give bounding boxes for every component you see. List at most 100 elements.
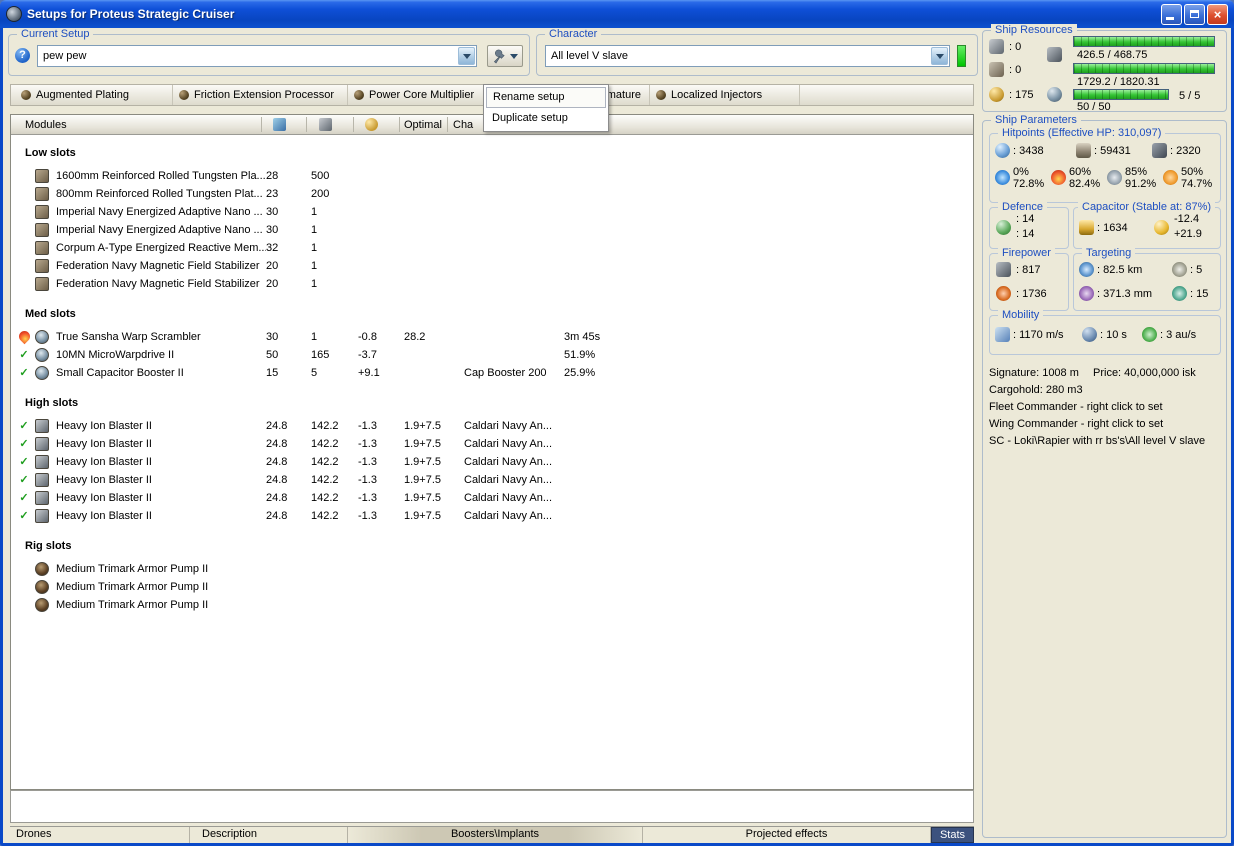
module-row[interactable]: ✓ Heavy Ion Blaster II 24.8 142.2 -1.3 1.9+7.…: [11, 453, 973, 471]
module-name: Federation Navy Magnetic Field Stabilize…: [56, 260, 260, 272]
capacitor-icon: [1079, 220, 1094, 235]
max-targets-icon: [1172, 262, 1187, 277]
sensor-strength-value: : 15: [1190, 288, 1209, 300]
target-range-value: : 82.5 km: [1097, 264, 1143, 276]
module-row[interactable]: Medium Trimark Armor Pump II: [11, 560, 973, 578]
hitpoints-group: Hitpoints (Effective HP: 310,097) : 3438…: [989, 127, 1221, 203]
module-name: True Sansha Warp Scrambler: [56, 331, 201, 343]
defence-value-2: : 14: [1016, 228, 1035, 240]
charge-column-header[interactable]: Cha: [453, 115, 473, 135]
close-button[interactable]: ×: [1207, 3, 1228, 25]
module-c2: 500: [311, 170, 330, 182]
upgrade-slots-value: 5 / 5: [1179, 90, 1201, 102]
optimal-column-header[interactable]: Optimal: [404, 115, 442, 135]
resists-row: 0% 72.8% 60% 82.4% 85% 91.2% 50% 74.7%: [995, 166, 1219, 190]
explosive-resist-icon: [1163, 170, 1178, 185]
menu-item[interactable]: Duplicate setup: [486, 108, 606, 129]
speed-icon: [995, 327, 1010, 342]
volley-icon: [996, 286, 1011, 301]
ok-icon: ✓: [19, 367, 29, 379]
help-icon[interactable]: ?: [15, 48, 30, 63]
minimize-button[interactable]: [1161, 3, 1182, 25]
character-select[interactable]: All level V slave: [545, 45, 950, 67]
panel-tab-projected-effects[interactable]: Projected effects: [643, 827, 931, 843]
module-row[interactable]: True Sansha Warp Scrambler 30 1 -0.8 28.2 3m …: [11, 328, 973, 346]
module-c1: 50: [266, 349, 279, 361]
module-c2: 142.2: [311, 474, 339, 486]
cpu-value: 426.5 / 468.75: [1077, 49, 1148, 61]
subsystem-item[interactable]: Friction Extension Processor: [173, 85, 348, 105]
module-c2: 142.2: [311, 510, 339, 522]
module-row[interactable]: Medium Trimark Armor Pump II: [11, 596, 973, 614]
ship-resources-group: Ship Resources : 0 : 0 : 175 426.5 / 468…: [982, 24, 1227, 113]
panel-tab-stats[interactable]: Stats: [931, 827, 974, 843]
module-c2: 1: [311, 224, 318, 236]
module-row[interactable]: 1600mm Reinforced Rolled Tungsten Pla...…: [11, 167, 973, 185]
warp-speed-value: : 3 au/s: [1160, 329, 1197, 341]
cap-drain-value: -12.4: [1174, 213, 1200, 225]
module-row[interactable]: Imperial Navy Energized Adaptive Nano ..…: [11, 221, 973, 239]
wing-commander-text[interactable]: Wing Commander - right click to set: [989, 418, 1163, 430]
panel-tab-description[interactable]: Description: [190, 827, 348, 843]
ok-icon: ✓: [19, 510, 29, 522]
setup-select-value: pew pew: [43, 50, 87, 62]
overheat-icon: [16, 328, 32, 345]
module-row[interactable]: ✓ Heavy Ion Blaster II 24.8 142.2 -1.3 1.9+7.…: [11, 417, 973, 435]
panel-tab-label: Projected effects: [745, 828, 828, 840]
mobility-label: Mobility: [998, 309, 1044, 321]
module-row[interactable]: Federation Navy Magnetic Field Stabilize…: [11, 275, 973, 293]
setup-select[interactable]: pew pew: [37, 45, 477, 67]
slot-section-title: Low slots: [25, 147, 76, 159]
ok-icon: ✓: [19, 420, 29, 432]
firepower-group: Firepower : 817 : 1736: [989, 247, 1069, 311]
maximize-button[interactable]: [1184, 3, 1205, 25]
module-icon: [35, 348, 49, 362]
module-icon: [35, 598, 49, 612]
subsystem-item[interactable]: Augmented Plating: [15, 85, 173, 105]
subsystem-item[interactable]: Localized Injectors: [650, 85, 800, 105]
launcher-slot-icon: [1047, 87, 1062, 102]
module-c4: 28.2: [404, 331, 426, 343]
chevron-down-icon[interactable]: [458, 47, 475, 65]
module-row[interactable]: ✓ Heavy Ion Blaster II 24.8 142.2 -1.3 1.9+7.…: [11, 489, 973, 507]
module-row[interactable]: Federation Navy Magnetic Field Stabilize…: [11, 257, 973, 275]
modules-column-header[interactable]: Modules: [25, 115, 67, 135]
align-time-icon: [1082, 327, 1097, 342]
module-c4: 1.9+7.5: [404, 420, 442, 432]
panel-tab-boosters-implants[interactable]: Boosters\Implants: [348, 827, 643, 843]
module-c3: -1.3: [358, 438, 377, 450]
module-row[interactable]: Corpum A-Type Energized Reactive Mem... 3…: [11, 239, 973, 257]
module-row[interactable]: ✓ 10MN MicroWarpdrive II 50 165 -3.7 51.9%: [11, 346, 973, 364]
module-row[interactable]: Medium Trimark Armor Pump II: [11, 578, 973, 596]
module-c1: 30: [266, 331, 279, 343]
subsystem-label: mature: [606, 89, 641, 101]
module-extra: 3m 45s: [564, 331, 601, 343]
firepower-label: Firepower: [998, 247, 1055, 259]
defence-group: Defence : 14 : 14: [989, 201, 1069, 249]
wrench-icon: [493, 49, 505, 63]
subsystem-item[interactable]: Power Core Multiplier: [348, 85, 488, 105]
module-row[interactable]: ✓ Heavy Ion Blaster II 24.8 142.2 -1.3 1.9+7.…: [11, 471, 973, 489]
module-name: Heavy Ion Blaster II: [56, 420, 152, 432]
module-c2: 1: [311, 331, 318, 343]
module-row[interactable]: Imperial Navy Energized Adaptive Nano ..…: [11, 203, 973, 221]
current-setup-label: Current Setup: [17, 28, 94, 40]
modules-panel: Modules Optimal Cha Low slots 1600mm Rein…: [10, 114, 974, 790]
chevron-down-icon: [510, 53, 518, 59]
chevron-down-icon[interactable]: [931, 47, 948, 65]
character-label: Character: [545, 28, 602, 40]
module-c1: 30: [266, 224, 279, 236]
menu-item[interactable]: Rename setup: [486, 87, 606, 108]
module-c1: 28: [266, 170, 279, 182]
fleet-commander-text[interactable]: Fleet Commander - right click to set: [989, 401, 1163, 413]
module-row[interactable]: ✓ Heavy Ion Blaster II 24.8 142.2 -1.3 1.9+7.…: [11, 435, 973, 453]
module-c1: 24.8: [266, 456, 288, 468]
module-c3: +9.1: [358, 367, 380, 379]
module-row[interactable]: ✓ Heavy Ion Blaster II 24.8 142.2 -1.3 1.9+7.…: [11, 507, 973, 525]
module-row[interactable]: 800mm Reinforced Rolled Tungsten Plat...…: [11, 185, 973, 203]
calibration-icon: [989, 87, 1004, 102]
panel-tab-drones[interactable]: Drones: [10, 827, 190, 843]
setup-tools-button[interactable]: [487, 45, 523, 67]
module-row[interactable]: ✓ Small Capacitor Booster II 15 5 +9.1 Cap Bo…: [11, 364, 973, 382]
max-targets-value: : 5: [1190, 264, 1203, 276]
